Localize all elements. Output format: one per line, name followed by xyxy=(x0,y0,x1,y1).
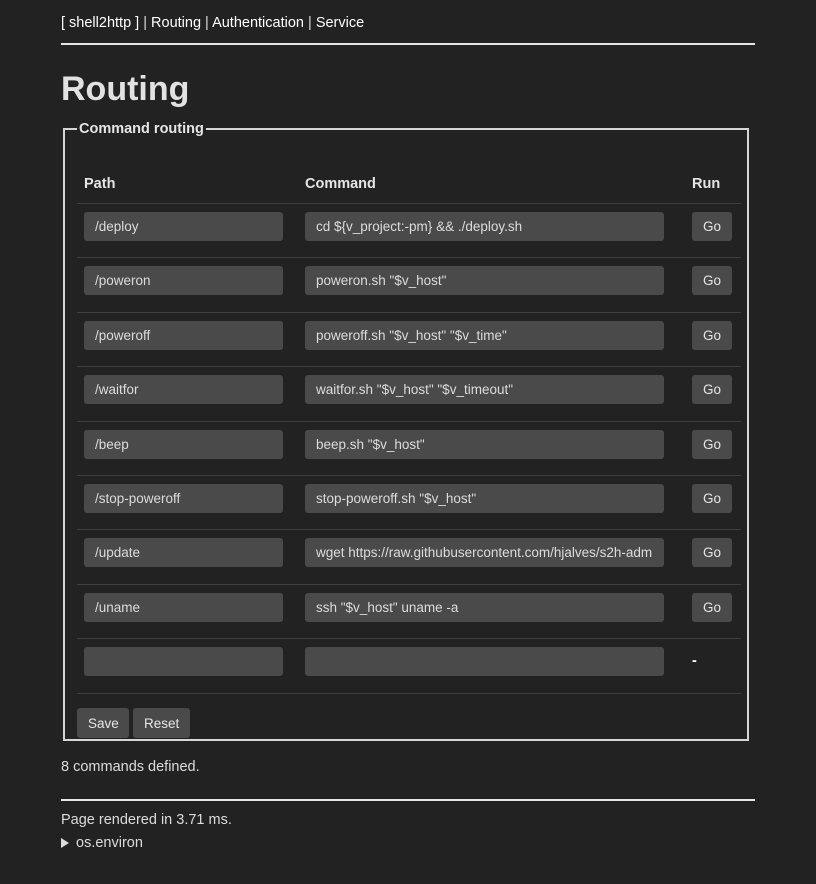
row-separator xyxy=(77,421,741,422)
command-routing-fieldset: Command routing Path Command Run Go Go Go G… xyxy=(63,121,749,741)
command-input[interactable] xyxy=(305,321,664,350)
row-separator xyxy=(77,475,741,476)
path-input[interactable] xyxy=(84,593,283,622)
command-input[interactable] xyxy=(305,593,664,622)
row-separator xyxy=(77,366,741,367)
top-divider xyxy=(61,43,755,45)
row-separator xyxy=(77,529,741,530)
top-nav: [ shell2http ] | Routing | Authenticatio… xyxy=(61,15,364,31)
command-input[interactable] xyxy=(305,375,664,404)
nav-brand-link[interactable]: [ shell2http ] xyxy=(61,15,139,31)
run-go-button[interactable]: Go xyxy=(692,538,732,567)
run-go-button[interactable]: Go xyxy=(692,212,732,241)
page-title: Routing xyxy=(61,70,190,108)
row-separator xyxy=(77,257,741,258)
reset-button[interactable]: Reset xyxy=(133,708,190,738)
command-input[interactable] xyxy=(305,430,664,459)
os-environ-details[interactable]: os.environ xyxy=(61,835,143,851)
nav-link-service[interactable]: Service xyxy=(316,15,364,31)
run-go-button[interactable]: Go xyxy=(692,266,732,295)
path-input[interactable] xyxy=(84,484,283,513)
command-input[interactable] xyxy=(305,538,664,567)
column-header-path: Path xyxy=(84,176,116,192)
path-input[interactable] xyxy=(84,375,283,404)
row-separator xyxy=(77,638,741,639)
render-time: Page rendered in 3.71 ms. xyxy=(61,812,232,828)
details-summary-label: os.environ xyxy=(76,835,143,851)
bottom-divider xyxy=(61,799,755,801)
commands-count: 8 commands defined. xyxy=(61,759,200,775)
row-separator xyxy=(77,584,741,585)
nav-separator: | xyxy=(308,15,312,31)
nav-link-routing[interactable]: Routing xyxy=(151,15,201,31)
save-button[interactable]: Save xyxy=(77,708,129,738)
path-input[interactable] xyxy=(84,212,283,241)
triangle-right-icon xyxy=(61,838,69,848)
run-go-button[interactable]: Go xyxy=(692,321,732,350)
run-go-button[interactable]: Go xyxy=(692,593,732,622)
row-separator xyxy=(77,312,741,313)
run-go-button[interactable]: Go xyxy=(692,484,732,513)
command-input[interactable] xyxy=(305,266,664,295)
command-input[interactable] xyxy=(305,212,664,241)
nav-separator: | xyxy=(143,15,147,31)
path-input[interactable] xyxy=(84,647,283,676)
nav-link-authentication[interactable]: Authentication xyxy=(212,15,304,31)
column-header-run: Run xyxy=(692,176,721,192)
run-go-button[interactable]: Go xyxy=(692,375,732,404)
fieldset-legend: Command routing xyxy=(79,121,204,137)
command-input[interactable] xyxy=(305,647,664,676)
run-go-button[interactable]: Go xyxy=(692,430,732,459)
column-header-command: Command xyxy=(305,176,376,192)
run-placeholder: - xyxy=(692,653,697,669)
row-separator xyxy=(77,203,741,204)
path-input[interactable] xyxy=(84,321,283,350)
command-input[interactable] xyxy=(305,484,664,513)
path-input[interactable] xyxy=(84,266,283,295)
row-separator xyxy=(77,693,741,694)
path-input[interactable] xyxy=(84,430,283,459)
path-input[interactable] xyxy=(84,538,283,567)
nav-separator: | xyxy=(205,15,209,31)
